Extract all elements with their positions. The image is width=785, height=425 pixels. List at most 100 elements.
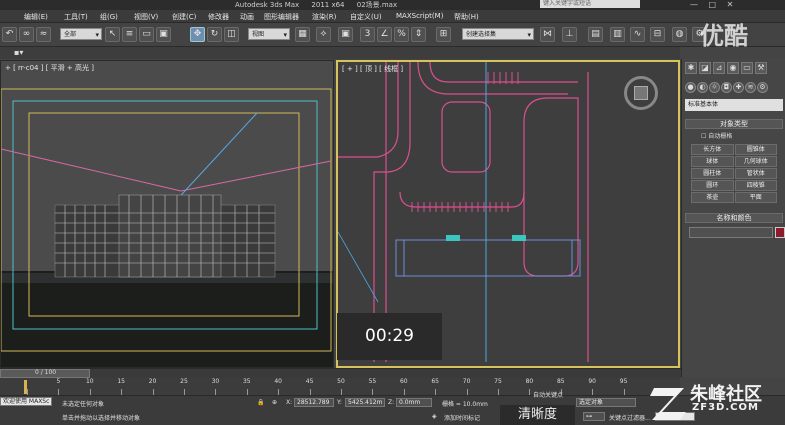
shapes-icon[interactable]: ◐ bbox=[697, 82, 708, 93]
schematic-view-icon[interactable]: ⊟ bbox=[650, 27, 665, 42]
maxscript-listener[interactable]: 欢迎使用 MAXSc bbox=[0, 397, 52, 406]
viewport-camera[interactable]: + [ rr-c04 ] [ 平滑 + 高光 ] bbox=[0, 60, 334, 368]
pyramid-button[interactable]: 四棱锥 bbox=[734, 180, 777, 191]
menu-help[interactable]: 帮助(H) bbox=[454, 12, 479, 22]
ribbon-toggle-icon[interactable]: ▪▾ bbox=[14, 48, 23, 57]
key-mode-dropdown[interactable]: 选定对象 bbox=[576, 398, 636, 407]
youku-watermark: 优酷 bbox=[700, 22, 748, 50]
hierarchy-tab-icon[interactable]: ⊿ bbox=[713, 62, 725, 74]
time-slider[interactable]: 0 / 100 bbox=[0, 368, 681, 378]
minimize-icon[interactable]: — bbox=[690, 0, 698, 9]
track-tick-label: 20 bbox=[148, 378, 157, 385]
named-selection-dropdown[interactable]: 创建选择集 bbox=[462, 28, 534, 41]
track-tick-label: 50 bbox=[337, 378, 345, 385]
modify-tab-icon[interactable]: ◪ bbox=[699, 62, 711, 74]
ref-coord-dropdown[interactable]: 视图 bbox=[248, 28, 290, 41]
unlink-icon[interactable]: ≈ bbox=[36, 27, 51, 42]
systems-icon[interactable]: ⚙ bbox=[757, 82, 768, 93]
transform-mode-icon[interactable]: ⊕ bbox=[272, 399, 277, 406]
name-color-title[interactable]: 名称和颜色 bbox=[685, 213, 783, 223]
sphere-button[interactable]: 球体 bbox=[691, 156, 734, 167]
main-toolbar: ↶ ∞ ≈ 全部 ↖ ≡ ▭ ▣ ✥ ↻ ◫ 视图 ▦ ⟡ ▣ 3 ∠ % ⇕ … bbox=[0, 23, 785, 47]
select-rotate-icon[interactable]: ↻ bbox=[207, 27, 222, 42]
menu-views[interactable]: 视图(V) bbox=[134, 12, 158, 22]
geometry-icon[interactable]: ● bbox=[685, 82, 696, 93]
select-by-name-icon[interactable]: ≡ bbox=[122, 27, 137, 42]
menu-bar: 编辑(E) 工具(T) 组(G) 视图(V) 创建(C) 修改器 动画 图形编辑… bbox=[0, 10, 785, 23]
prompt-line: 单击并拖动以选择并移动对象 bbox=[62, 415, 141, 422]
auto-key-button[interactable]: 自动关键点 bbox=[533, 390, 563, 399]
teapot-button[interactable]: 茶壶 bbox=[691, 192, 734, 203]
select-object-icon[interactable]: ↖ bbox=[105, 27, 120, 42]
menu-graph-editors[interactable]: 图形编辑器 bbox=[264, 12, 299, 22]
spacewarps-icon[interactable]: ≋ bbox=[745, 82, 756, 93]
select-move-icon[interactable]: ✥ bbox=[190, 27, 205, 42]
autogrid-checkbox[interactable]: ☐ 自动栅格 bbox=[685, 129, 783, 142]
track-tick-label: 10 bbox=[85, 378, 94, 385]
cameras-icon[interactable]: ◘ bbox=[721, 82, 732, 93]
menu-modifiers[interactable]: 修改器 bbox=[208, 12, 229, 22]
keyboard-shortcut-icon[interactable]: ▣ bbox=[338, 27, 353, 42]
cone-button[interactable]: 圆锥体 bbox=[734, 144, 777, 155]
object-category-dropdown[interactable]: 标准基本体 bbox=[685, 99, 783, 111]
viewport-label[interactable]: [ + ] [ 顶 ] [ 线框 ] bbox=[342, 64, 403, 74]
menu-animation[interactable]: 动画 bbox=[240, 12, 254, 22]
material-editor-icon[interactable]: ◍ bbox=[672, 27, 687, 42]
angle-snap-icon[interactable]: ∠ bbox=[377, 27, 392, 42]
cylinder-button[interactable]: 圆柱体 bbox=[691, 168, 734, 179]
selection-filter-dropdown[interactable]: 全部 bbox=[60, 28, 102, 41]
align-icon[interactable]: ⊥ bbox=[562, 27, 577, 42]
track-bar[interactable]: 5 10 15 20 25 30 35 40 45 50 55 60 65 70 75 80 85 90 95 bbox=[0, 378, 680, 395]
object-type-title[interactable]: 对象类型 bbox=[685, 119, 783, 129]
mirror-icon[interactable]: ⋈ bbox=[540, 27, 555, 42]
link-icon[interactable]: ∞ bbox=[19, 27, 34, 42]
percent-snap-icon[interactable]: % bbox=[394, 27, 409, 42]
geosphere-button[interactable]: 几何球体 bbox=[734, 156, 777, 167]
viewport-label[interactable]: + [ rr-c04 ] [ 平滑 + 高光 ] bbox=[5, 63, 94, 73]
utilities-tab-icon[interactable]: ⚒ bbox=[755, 62, 767, 74]
display-tab-icon[interactable]: ▭ bbox=[741, 62, 753, 74]
layer-manager-icon[interactable]: ▤ bbox=[588, 27, 603, 42]
graphite-icon[interactable]: ▥ bbox=[610, 27, 625, 42]
add-time-tag[interactable]: 添加时间标记 bbox=[444, 413, 480, 422]
time-tag-icon[interactable]: ◈ bbox=[432, 413, 437, 420]
lock-icon[interactable]: 🔒 bbox=[257, 399, 264, 406]
menu-rendering[interactable]: 渲染(R) bbox=[312, 12, 336, 22]
help-search-input[interactable]: 键入关键字或短语 bbox=[540, 0, 640, 8]
lights-icon[interactable]: ☼ bbox=[709, 82, 720, 93]
box-button[interactable]: 长方体 bbox=[691, 144, 734, 155]
create-tab-icon[interactable]: ✱ bbox=[685, 62, 697, 74]
tube-button[interactable]: 管状体 bbox=[734, 168, 777, 179]
spinner-snap-icon[interactable]: ⇕ bbox=[411, 27, 426, 42]
motion-tab-icon[interactable]: ◉ bbox=[727, 62, 739, 74]
clarity-button[interactable]: 清晰度 bbox=[500, 405, 575, 425]
snaps-toggle-icon[interactable]: 3 bbox=[360, 27, 375, 42]
menu-edit[interactable]: 编辑(E) bbox=[24, 12, 48, 22]
helpers-icon[interactable]: ✚ bbox=[733, 82, 744, 93]
pivot-center-icon[interactable]: ▦ bbox=[295, 27, 310, 42]
menu-maxscript[interactable]: MAXScript(M) bbox=[396, 12, 443, 20]
curve-editor-icon[interactable]: ∿ bbox=[630, 27, 645, 42]
object-color-swatch[interactable] bbox=[775, 227, 785, 238]
key-filters-button[interactable]: 关键点过滤器... bbox=[609, 413, 651, 422]
window-crossing-icon[interactable]: ▣ bbox=[156, 27, 171, 42]
y-coordinate-field[interactable]: 5425.412m bbox=[345, 398, 385, 407]
menu-customize[interactable]: 自定义(U) bbox=[350, 12, 382, 22]
viewcube[interactable] bbox=[624, 76, 658, 110]
menu-tools[interactable]: 工具(T) bbox=[64, 12, 88, 22]
x-coordinate-field[interactable]: 28512.789 bbox=[294, 398, 334, 407]
menu-group[interactable]: 组(G) bbox=[100, 12, 118, 22]
edit-named-sel-icon[interactable]: ⊞ bbox=[436, 27, 451, 42]
z-coordinate-field[interactable]: 0.0mm bbox=[396, 398, 432, 407]
maximize-icon[interactable]: □ bbox=[709, 0, 717, 9]
set-key-button[interactable]: ⊶ bbox=[583, 412, 605, 421]
object-name-input[interactable] bbox=[689, 227, 773, 238]
close-icon[interactable]: ✕ bbox=[727, 0, 734, 9]
rect-region-icon[interactable]: ▭ bbox=[139, 27, 154, 42]
menu-create[interactable]: 创建(C) bbox=[172, 12, 196, 22]
torus-button[interactable]: 圆环 bbox=[691, 180, 734, 191]
select-manipulate-icon[interactable]: ⟡ bbox=[316, 27, 331, 42]
select-scale-icon[interactable]: ◫ bbox=[224, 27, 239, 42]
undo-icon[interactable]: ↶ bbox=[2, 27, 17, 42]
plane-button[interactable]: 平面 bbox=[734, 192, 777, 203]
